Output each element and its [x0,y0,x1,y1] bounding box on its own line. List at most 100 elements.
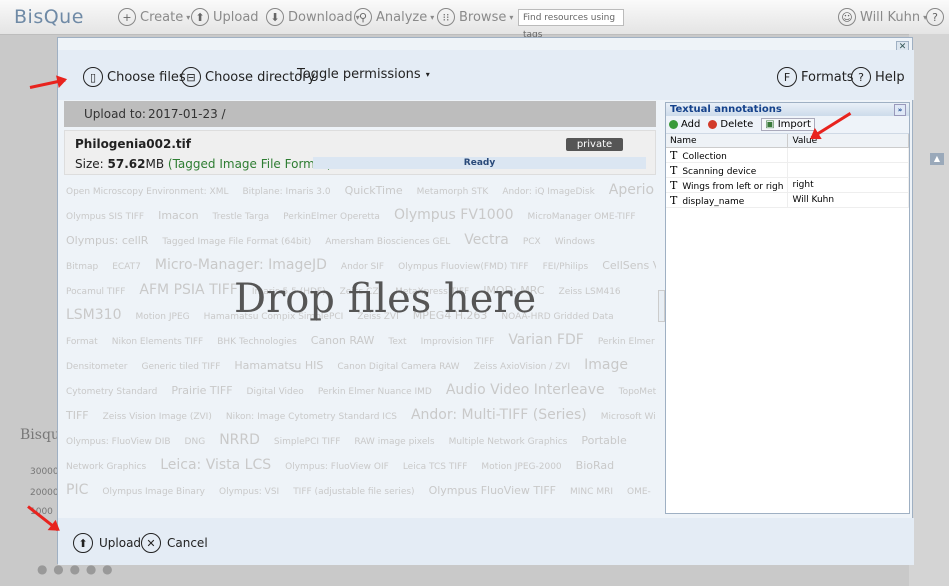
annotation-name-cell[interactable]: Tdisplay_name [666,192,789,208]
annotation-value[interactable]: right [787,177,909,193]
upload-path[interactable]: 2017-01-23 / [148,107,226,121]
format-name: Olympus SIS TIFF [66,212,145,222]
annotation-row[interactable]: T Scanning device [666,162,909,178]
permission-badge[interactable]: private [566,138,623,151]
format-name: Canon Digital Camera RAW [337,362,460,372]
format-name: Cytometry Standard [66,387,158,397]
upload-menu[interactable]: ⬆ Upload [191,8,259,26]
add-annotation-button[interactable]: Add [669,119,700,130]
create-menu[interactable]: + Create ▾ [118,8,190,26]
format-name: Digital Video [246,387,304,397]
format-name: Olympus: VSI [218,487,280,497]
plus-icon: + [118,8,136,26]
annotation-row[interactable]: Tdisplay_name Will Kuhn [666,192,909,208]
import-annotations-button[interactable]: ▣ Import [761,118,815,131]
format-name: TopoMetrix [618,387,656,397]
browse-menu[interactable]: ⁝⁝ Browse ▾ [437,8,513,26]
choose-directory-button[interactable]: ⊟ Choose directory [181,67,315,87]
format-name: Tagged Image File Format (64bit) [162,237,312,247]
text-type-icon: T [670,193,678,207]
format-name: Format [66,337,98,347]
format-name: OME- [627,487,651,497]
format-name: AFM PSIA TIFF [139,282,238,298]
format-name: Prairie TIFF [171,384,233,397]
background-label: Bisqu [20,427,60,443]
annotation-row[interactable]: T Wings from left or righ right [666,177,909,193]
background-panel [909,34,949,586]
upload-button[interactable]: ⬆ Upload [73,533,141,553]
format-name: Imacon [158,209,199,222]
format-name: Olympus Fluoview(FMD) TIFF [398,262,529,272]
download-label: Download [288,9,353,25]
upload-toolbar: ▯ Choose files ⊟ Choose directory Toggle… [58,50,914,100]
format-name: Zeiss AxioVision / ZVI [473,362,571,372]
format-name: Andor: iQ ImageDisk [502,187,595,197]
format-name: Open Microscopy Environment: XML [66,187,229,197]
annotation-name-cell[interactable]: T Scanning device [666,162,789,178]
dropdown-arrow-icon: ▾ [509,12,514,22]
format-name: Nikon: Image Cytometry Standard ICS [225,412,397,422]
background-scroll-button[interactable]: ▲ [930,153,944,165]
format-row: Network Graphics Leica: Vista LCS Olympus:… [66,457,628,473]
annotation-row[interactable]: T Collection [666,147,909,163]
format-name: SimplePCI TIFF [273,437,341,447]
value-column-header[interactable]: Value [787,134,909,148]
drop-files-text: Drop files here [234,276,537,322]
help-label: Help [875,69,905,85]
background-axis-value: 30000 [30,467,59,477]
add-label: Add [681,119,701,130]
cancel-icon: ✕ [141,533,161,553]
drop-zone[interactable]: Open Microscopy Environment: XML Bitplane… [64,178,656,514]
download-menu[interactable]: ⬇ Download ▾ [266,8,360,26]
upload-label: Upload [213,9,259,25]
annotation-name-cell[interactable]: T Collection [666,147,789,163]
format-name: Leica TCS TIFF [402,462,468,472]
toggle-permissions-menu[interactable]: Toggle permissions ▾ [297,67,430,82]
format-row: Olympus: cellR Tagged Image File Format (… [66,232,609,248]
user-icon: ☺ [838,8,856,26]
format-name: Olympus FluoView TIFF [428,484,557,497]
annotation-value[interactable] [787,162,909,178]
name-column-header[interactable]: Name [666,134,789,148]
format-name: Nikon Elements TIFF [111,337,204,347]
annotation-name: Collection [682,151,727,162]
analyze-menu[interactable]: ⚲ Analyze ▾ [354,8,434,26]
upload-destination-bar: Upload to: 2017-01-23 / [64,101,656,127]
format-name: Andor: Multi-TIFF (Series) [410,407,587,423]
annotations-toolbar: Add Delete ▣ Import [666,116,909,134]
collapse-icon[interactable]: » [894,104,906,116]
format-name: Leica: Vista LCS [160,457,272,473]
format-name: FEI/Philips [542,262,589,272]
upload-dialog: ✕ ▯ Choose files ⊟ Choose directory Togg… [57,37,914,565]
format-name: Trestle Targa [212,212,270,222]
help-button[interactable]: ? Help [851,67,905,87]
dialog-footer: ⬆ Upload ✕ Cancel [58,518,914,565]
delete-annotation-button[interactable]: Delete [708,119,753,130]
file-entry: Philogenia002.tif Size: 57.62MB (Tagged … [64,130,656,175]
format-row: Format Nikon Elements TIFF BHK Technologie… [66,332,656,348]
cancel-button[interactable]: ✕ Cancel [141,533,208,553]
user-menu[interactable]: ☺ Will Kuhn ▾ [838,8,927,26]
analyze-icon: ⚲ [354,8,372,26]
format-name: Olympus FV1000 [393,207,514,223]
annotations-title: Textual annotations [670,104,782,115]
format-name: Network Graphics [66,462,147,472]
annotation-name-cell[interactable]: T Wings from left or righ [666,177,789,193]
help-top-button[interactable]: ? [926,8,948,26]
panel-splitter[interactable] [658,290,665,322]
file-name: Philogenia002.tif [75,137,191,151]
formats-button[interactable]: F Formats [777,67,854,87]
format-row: TIFF Zeiss Vision Image (ZVI) Nikon: Image… [66,407,656,423]
bisque-logo[interactable]: BisQue [14,6,84,28]
file-icon: ▯ [83,67,103,87]
choose-files-button[interactable]: ▯ Choose files [83,67,186,87]
annotation-value[interactable]: Will Kuhn [787,192,909,208]
tag-search-input[interactable]: Find resources using tags [518,9,624,40]
format-name: Audio Video Interleave [445,382,605,398]
format-name: Portable [581,434,627,447]
file-size: Size: 57.62MB (Tagged Image File Format) [75,157,332,171]
annotation-value[interactable] [787,147,909,163]
format-name: LSM310 [66,307,122,323]
upload-status: Ready [313,157,646,169]
user-name: Will Kuhn [860,9,921,25]
